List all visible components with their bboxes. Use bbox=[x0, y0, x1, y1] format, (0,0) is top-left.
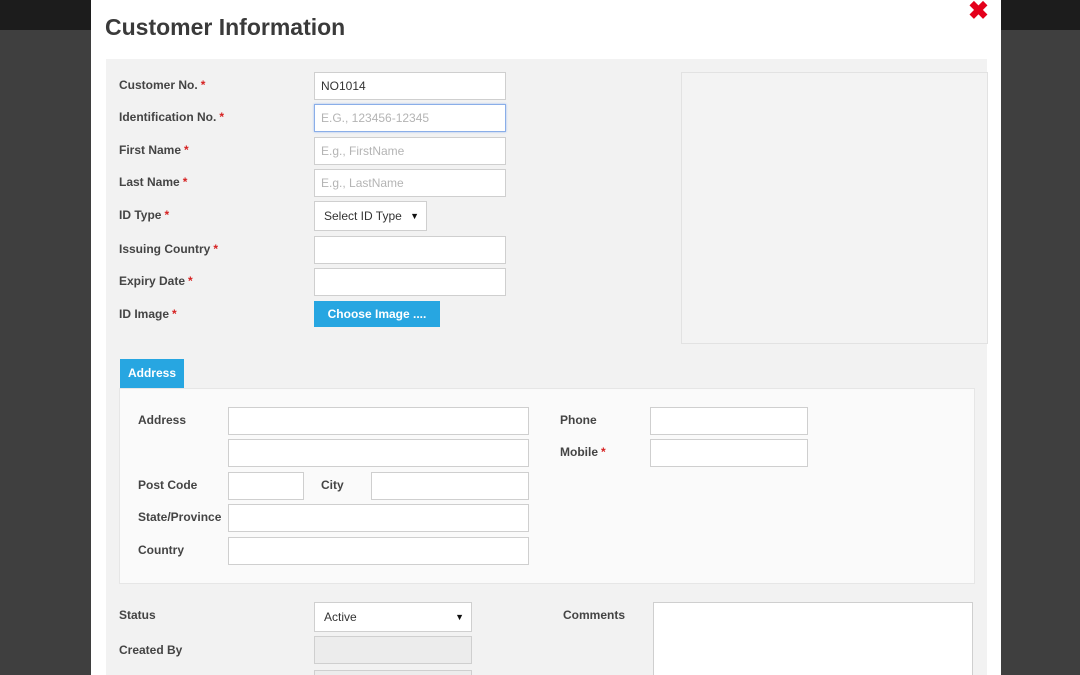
first-name-label: First Name * bbox=[119, 143, 189, 157]
id-image-label: ID Image * bbox=[119, 307, 177, 321]
city-label: City bbox=[321, 478, 344, 492]
state-province-input[interactable] bbox=[228, 504, 529, 532]
required-mark: * bbox=[188, 274, 193, 288]
status-label: Status bbox=[119, 608, 156, 622]
comments-label: Comments bbox=[563, 608, 626, 622]
issuing-country-input[interactable] bbox=[314, 236, 506, 264]
first-name-input[interactable]: E.g., FirstName bbox=[314, 137, 506, 165]
post-code-label: Post Code bbox=[138, 478, 198, 492]
customer-no-input[interactable]: NO1014 bbox=[314, 72, 506, 100]
required-mark: * bbox=[172, 307, 177, 321]
id-type-select[interactable]: Select ID Type ▼ bbox=[314, 201, 427, 231]
address-line1-input[interactable] bbox=[228, 407, 529, 435]
expiry-date-label: Expiry Date * bbox=[119, 274, 193, 288]
mobile-input[interactable] bbox=[650, 439, 808, 467]
created-by-label: Created By bbox=[119, 643, 183, 657]
required-mark: * bbox=[200, 78, 206, 92]
choose-image-button[interactable]: Choose Image .... bbox=[314, 301, 440, 327]
id-type-label: ID Type * bbox=[119, 208, 170, 222]
modal-title: Customer Information bbox=[105, 14, 346, 40]
issuing-country-label: Issuing Country * bbox=[119, 242, 219, 256]
status-select[interactable]: Active ▼ bbox=[314, 602, 472, 632]
required-mark: * bbox=[219, 110, 225, 124]
id-image-preview bbox=[681, 72, 988, 344]
country-input[interactable] bbox=[228, 537, 529, 565]
phone-label: Phone bbox=[560, 413, 597, 427]
identification-no-input[interactable]: E.G., 123456-12345 bbox=[314, 104, 506, 132]
expiry-date-input[interactable] bbox=[314, 268, 506, 296]
required-mark: * bbox=[213, 242, 219, 256]
required-mark: * bbox=[164, 208, 170, 222]
customer-information-modal: Customer Information ✖ Customer No. * NO1… bbox=[91, 0, 1001, 675]
identification-no-label: Identification No. * bbox=[119, 110, 225, 124]
address-section: Address Post Code City State/Province Co… bbox=[119, 388, 975, 584]
form-panel: Customer No. * NO1014 Identification No. *… bbox=[106, 59, 988, 675]
close-icon[interactable]: ✖ bbox=[968, 0, 989, 24]
dropdown-arrow-icon: ▼ bbox=[455, 612, 464, 622]
customer-no-label: Customer No. * bbox=[119, 78, 206, 92]
phone-input[interactable] bbox=[650, 407, 808, 435]
required-mark: * bbox=[601, 445, 606, 459]
comments-textarea[interactable] bbox=[653, 602, 973, 675]
created-date-input bbox=[314, 670, 472, 675]
last-name-label: Last Name * bbox=[119, 175, 188, 189]
dropdown-arrow-icon: ▼ bbox=[410, 211, 419, 221]
mobile-label: Mobile * bbox=[560, 445, 606, 459]
country-label: Country bbox=[138, 543, 184, 557]
address-label: Address bbox=[138, 413, 187, 427]
tab-address[interactable]: Address bbox=[120, 359, 184, 388]
created-by-input bbox=[314, 636, 472, 664]
required-mark: * bbox=[184, 143, 189, 157]
required-mark: * bbox=[182, 175, 188, 189]
city-input[interactable] bbox=[371, 472, 529, 500]
post-code-input[interactable] bbox=[228, 472, 304, 500]
address-line2-input[interactable] bbox=[228, 439, 529, 467]
state-province-label: State/Province bbox=[138, 510, 222, 524]
last-name-input[interactable]: E.g., LastName bbox=[314, 169, 506, 197]
